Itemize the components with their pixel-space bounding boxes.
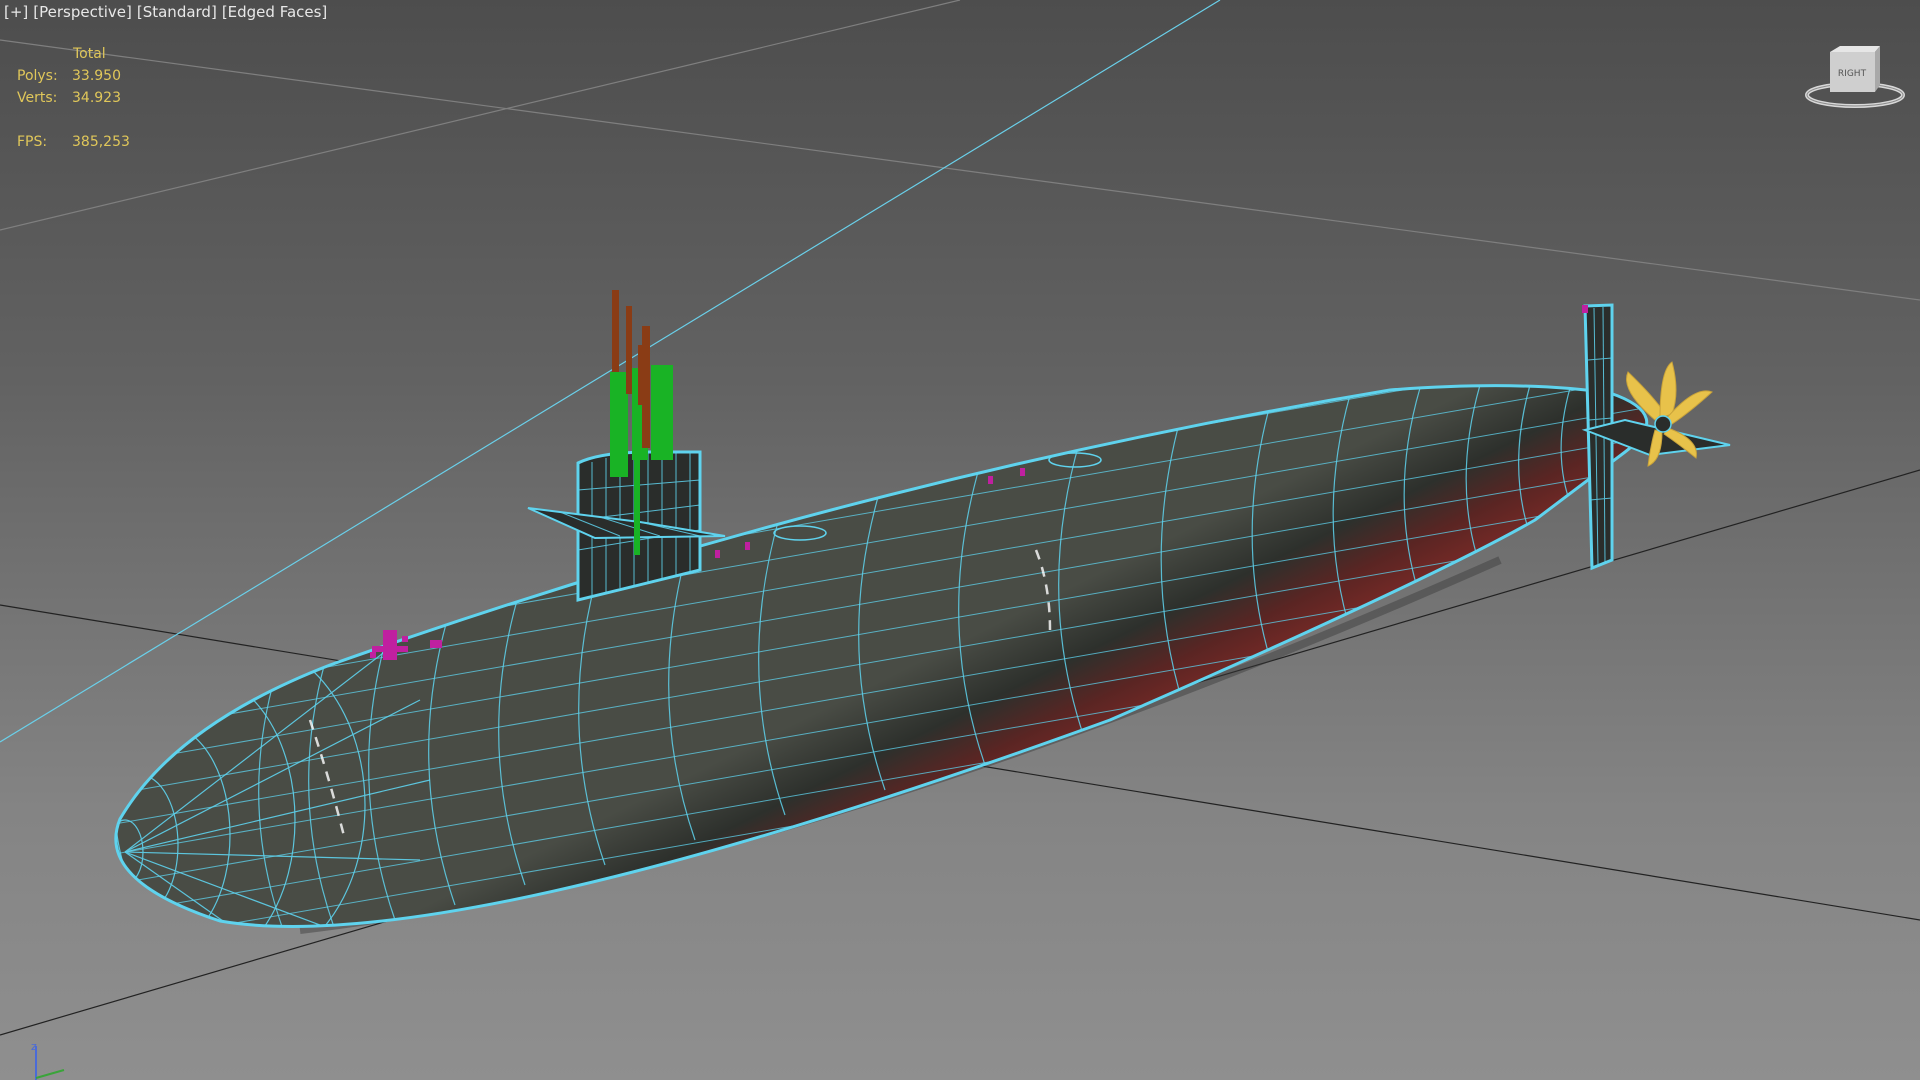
hull-wireframe — [115, 385, 1647, 927]
polys-label: Polys: — [17, 68, 58, 84]
scene-3d[interactable]: z — [0, 0, 1920, 1080]
axis-gizmo-icon: z — [31, 1040, 65, 1080]
viewport-shading-standard-menu[interactable]: [Standard] — [137, 3, 217, 21]
hull[interactable] — [114, 384, 1649, 928]
fps-value: 385,253 — [72, 134, 130, 150]
svg-text:z: z — [31, 1040, 37, 1053]
viewport-edged-faces-menu[interactable]: [Edged Faces] — [222, 3, 327, 21]
verts-value: 34.923 — [72, 90, 121, 106]
stats-header: Total — [73, 46, 106, 62]
verts-label: Verts: — [17, 90, 58, 106]
perspective-viewport[interactable]: z [+] [Perspective] [Standard] [Edged Faces… — [0, 0, 1920, 1080]
viewcube-icon[interactable]: RIGHT — [1800, 40, 1910, 115]
submarine-model[interactable] — [80, 120, 1920, 1040]
viewport-plus-menu[interactable]: [+] — [4, 3, 28, 21]
viewcube-face-label: RIGHT — [1838, 69, 1867, 79]
sail-tower[interactable] — [527, 290, 726, 602]
viewport-label-menu: [+] [Perspective] [Standard] [Edged Faces] — [4, 3, 332, 21]
fps-label: FPS: — [17, 134, 48, 150]
polys-value: 33.950 — [72, 68, 121, 84]
viewport-pov-menu[interactable]: [Perspective] — [33, 3, 132, 21]
